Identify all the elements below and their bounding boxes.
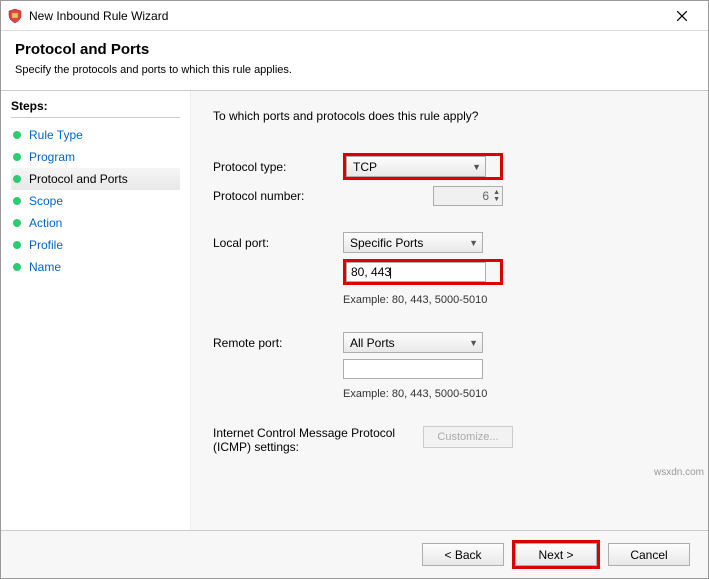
local-port-input[interactable]: 80, 443 [346, 262, 486, 282]
steps-sidebar: Steps: Rule Type Program Protocol and Po… [1, 91, 191, 530]
main-pane: To which ports and protocols does this r… [191, 91, 708, 530]
local-port-example: Example: 80, 443, 5000-5010 [343, 294, 503, 306]
bullet-icon [13, 263, 21, 271]
icmp-label: Internet Control Message Protocol (ICMP)… [213, 426, 403, 454]
footer: < Back Next > Cancel [1, 530, 708, 578]
customize-label: Customize... [437, 431, 498, 443]
remote-port-label: Remote port: [213, 336, 343, 350]
remote-port-section: Remote port: All Ports ▼ Example: 80, 44… [213, 332, 686, 400]
step-label: Scope [29, 194, 63, 208]
remote-port-example: Example: 80, 443, 5000-5010 [343, 388, 503, 400]
close-button[interactable] [662, 2, 702, 30]
bullet-icon [13, 175, 21, 183]
local-port-mode-value: Specific Ports [350, 236, 423, 250]
chevron-down-icon: ▼ [469, 238, 478, 248]
body: Steps: Rule Type Program Protocol and Po… [1, 90, 708, 530]
close-icon [677, 11, 687, 21]
step-label: Profile [29, 238, 63, 252]
titlebar: New Inbound Rule Wizard [1, 1, 708, 31]
protocol-type-value: TCP [353, 160, 377, 174]
page-header: Protocol and Ports Specify the protocols… [1, 31, 708, 90]
next-button[interactable]: Next > [515, 543, 597, 566]
step-label: Protocol and Ports [29, 172, 128, 186]
step-label: Name [29, 260, 61, 274]
chevron-down-icon: ▼ [469, 338, 478, 348]
protocol-number-label: Protocol number: [213, 189, 343, 203]
bullet-icon [13, 219, 21, 227]
step-rule-type[interactable]: Rule Type [11, 124, 180, 146]
step-label: Program [29, 150, 75, 164]
step-profile[interactable]: Profile [11, 234, 180, 256]
window-title: New Inbound Rule Wizard [29, 9, 662, 23]
remote-port-input[interactable] [343, 359, 483, 379]
local-port-section: Local port: Specific Ports ▼ 80, 443 Exa… [213, 232, 686, 306]
firewall-icon [7, 8, 23, 24]
highlight-protocol-type: TCP ▼ [343, 153, 503, 180]
back-label: < Back [444, 548, 481, 562]
steps-divider [11, 117, 180, 118]
step-label: Rule Type [29, 128, 83, 142]
protocol-type-dropdown[interactable]: TCP ▼ [346, 156, 486, 177]
back-button[interactable]: < Back [422, 543, 504, 566]
step-action[interactable]: Action [11, 212, 180, 234]
steps-heading: Steps: [11, 99, 180, 113]
remote-port-mode-dropdown[interactable]: All Ports ▼ [343, 332, 483, 353]
chevron-down-icon: ▼ [472, 162, 481, 172]
question-text: To which ports and protocols does this r… [213, 109, 686, 123]
local-port-mode-dropdown[interactable]: Specific Ports ▼ [343, 232, 483, 253]
bullet-icon [13, 131, 21, 139]
icmp-section: Internet Control Message Protocol (ICMP)… [213, 426, 686, 454]
bullet-icon [13, 197, 21, 205]
bullet-icon [13, 241, 21, 249]
protocol-type-label: Protocol type: [213, 160, 343, 174]
step-program[interactable]: Program [11, 146, 180, 168]
highlight-next: Next > [512, 540, 600, 569]
spinner-icon: ▲▼ [493, 189, 500, 203]
watermark: wsxdn.com [654, 467, 704, 478]
step-name[interactable]: Name [11, 256, 180, 278]
cancel-button[interactable]: Cancel [608, 543, 690, 566]
highlight-local-port-value: 80, 443 [343, 259, 503, 285]
wizard-window: New Inbound Rule Wizard Protocol and Por… [0, 0, 709, 579]
protocol-number-value: 6 [436, 189, 493, 203]
step-scope[interactable]: Scope [11, 190, 180, 212]
cancel-label: Cancel [630, 548, 667, 562]
page-subtitle: Specify the protocols and ports to which… [15, 64, 694, 76]
next-label: Next > [538, 548, 573, 562]
customize-button: Customize... [423, 426, 513, 448]
local-port-value: 80, 443 [351, 265, 391, 279]
protocol-section: Protocol type: TCP ▼ Protocol number: 6 … [213, 153, 686, 206]
protocol-number-spinner[interactable]: 6 ▲▼ [433, 186, 503, 206]
step-label: Action [29, 216, 62, 230]
protocol-number-cell: 6 ▲▼ [343, 186, 503, 206]
page-title: Protocol and Ports [15, 41, 694, 58]
local-port-label: Local port: [213, 236, 343, 250]
step-protocol-and-ports[interactable]: Protocol and Ports [11, 168, 180, 190]
remote-port-mode-value: All Ports [350, 336, 395, 350]
bullet-icon [13, 153, 21, 161]
